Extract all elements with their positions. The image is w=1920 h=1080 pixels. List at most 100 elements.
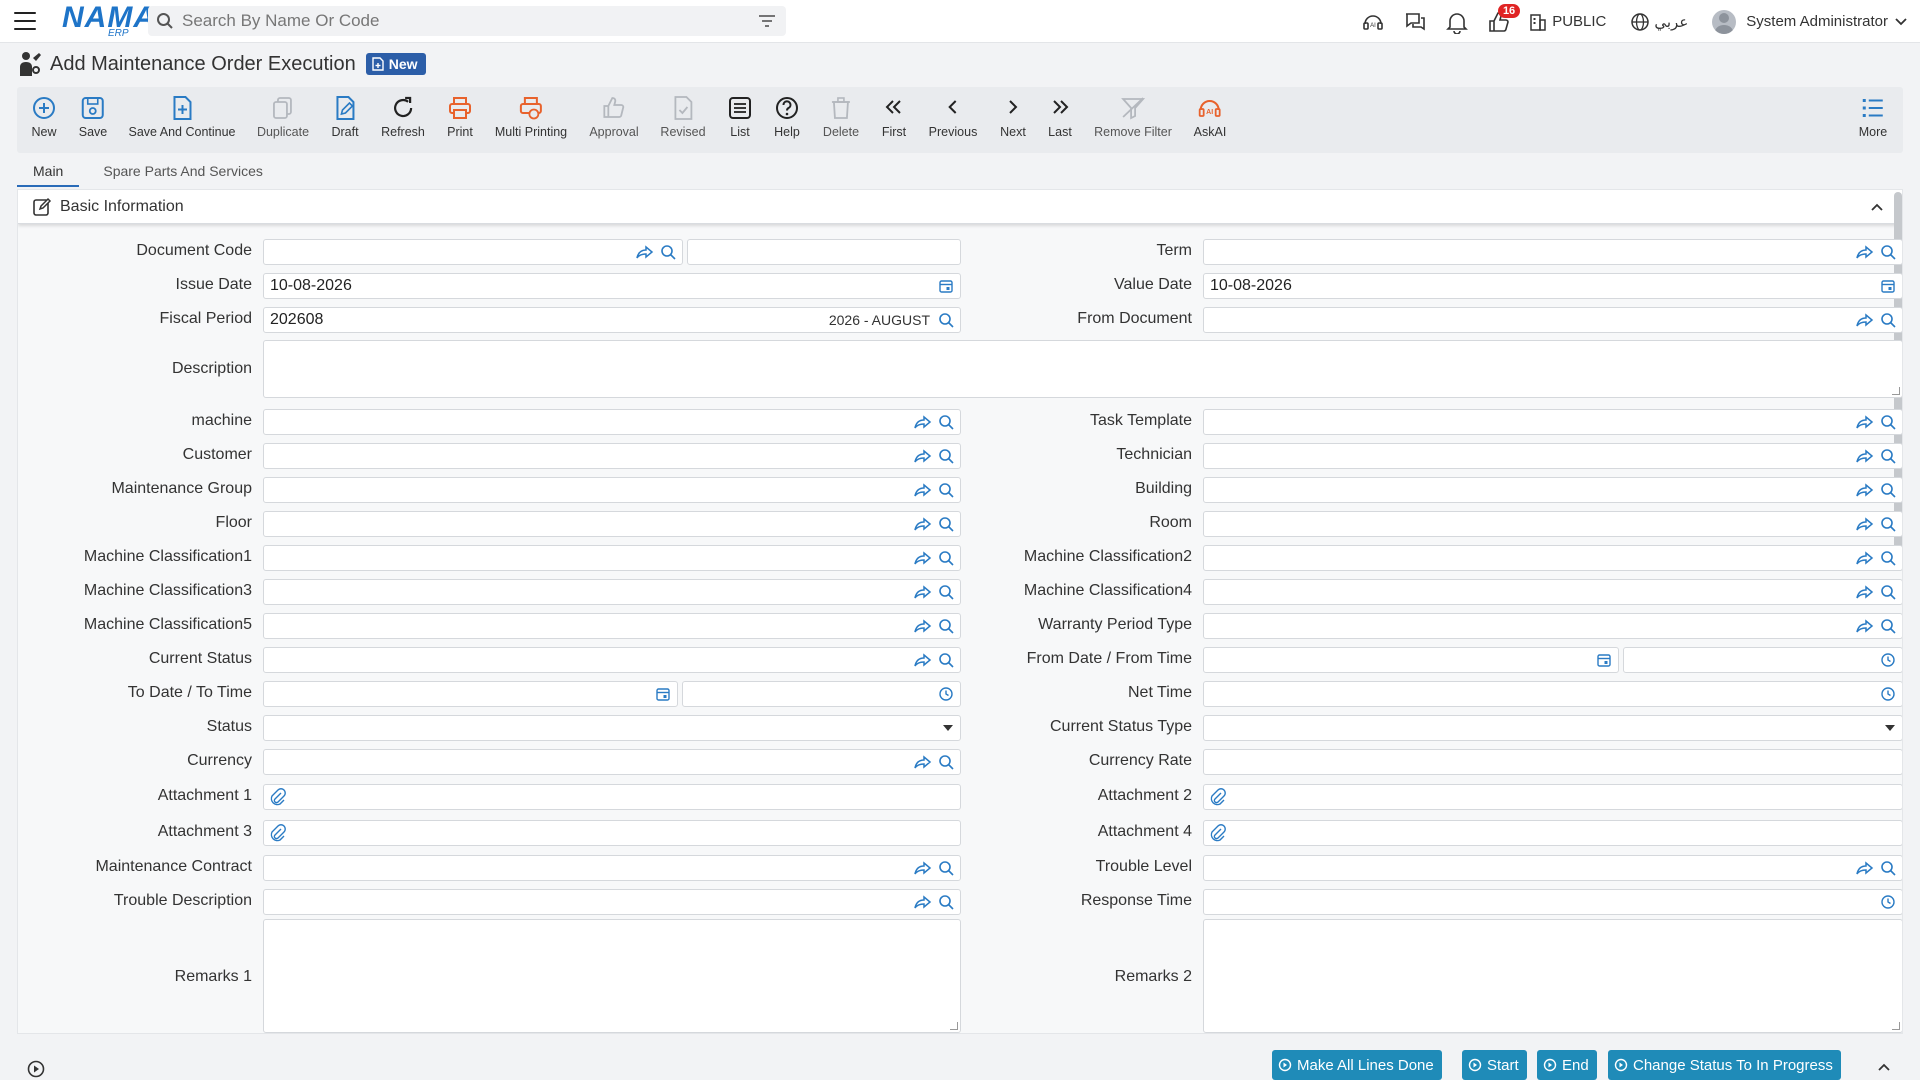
filter-icon[interactable] [758,13,776,29]
delete-button[interactable]: Delete [823,95,859,139]
caret-down-icon[interactable] [942,724,954,732]
customer-field[interactable] [263,443,961,469]
from-date-time-time-field[interactable] [1623,647,1902,673]
remarks2-textarea[interactable] [1203,919,1902,1033]
search-icon[interactable] [660,244,676,260]
first-button[interactable]: First [881,95,907,139]
print-button[interactable]: Print [447,95,473,139]
duplicate-button[interactable]: Duplicate [257,95,309,139]
from-document-field[interactable] [1203,307,1902,333]
description-textarea[interactable] [263,340,1902,398]
previous-button[interactable]: Previous [929,95,977,139]
share-icon[interactable] [914,861,932,875]
currency-field[interactable] [263,749,961,775]
status-field[interactable] [263,715,961,741]
machine-class5-field[interactable] [263,613,961,639]
trouble-description-field[interactable] [263,889,961,915]
current-status-type-field[interactable] [1203,715,1902,741]
share-icon[interactable] [914,585,932,599]
share-icon[interactable] [914,517,932,531]
attachment2-field[interactable] [1203,784,1902,810]
warranty-period-type-field[interactable] [1203,613,1902,639]
search-icon[interactable] [1880,414,1896,430]
revised-button[interactable]: Revised [660,95,706,139]
search-icon[interactable] [1880,482,1896,498]
calendar-icon[interactable] [655,686,671,702]
share-icon[interactable] [636,245,654,259]
to-date-time-date-field[interactable] [263,681,678,707]
value-date-field[interactable]: 10-08-2026 [1203,273,1902,299]
share-icon[interactable] [1856,449,1874,463]
share-icon[interactable] [914,415,932,429]
caret-down-icon[interactable] [1884,724,1896,732]
share-icon[interactable] [914,895,932,909]
search-icon[interactable] [1880,244,1896,260]
language-switch[interactable]: عربي [1654,13,1688,31]
search-icon[interactable] [938,448,954,464]
menu-icon[interactable] [14,12,36,30]
machine-class2-field[interactable] [1203,545,1902,571]
make-all-lines-done-button[interactable]: Make All Lines Done [1272,1050,1442,1080]
multi-printing-button[interactable]: Multi Printing [495,95,567,139]
clock-icon[interactable] [1880,652,1896,668]
share-icon[interactable] [1856,415,1874,429]
calendar-icon[interactable] [1596,652,1612,668]
share-icon[interactable] [914,653,932,667]
search-icon[interactable] [938,516,954,532]
share-icon[interactable] [1856,517,1874,531]
more-button[interactable]: More [1859,95,1887,139]
branch-selector[interactable]: PUBLIC [1552,13,1606,30]
share-icon[interactable] [1856,551,1874,565]
search-icon[interactable] [938,584,954,600]
maintenance-contract-field[interactable] [263,855,961,881]
response-time-field[interactable] [1203,889,1902,915]
from-date-time-date-field[interactable] [1203,647,1619,673]
tab-spare-parts[interactable]: Spare Parts And Services [87,155,279,187]
resize-handle[interactable] [950,1022,958,1030]
search-icon[interactable] [938,482,954,498]
last-button[interactable]: Last [1047,95,1073,139]
chat-icon[interactable] [1394,10,1436,34]
search-icon[interactable] [938,652,954,668]
calendar-icon[interactable] [1880,278,1896,294]
app-logo[interactable]: NAMA ERP [62,3,156,39]
share-icon[interactable] [1856,313,1874,327]
approval-button[interactable]: Approval [589,95,639,139]
approvals-icon[interactable]: 16 [1478,3,1521,34]
task-template-field[interactable] [1203,409,1902,435]
document-code-secondary-field[interactable] [687,239,961,265]
document-code-field[interactable] [263,239,683,265]
change-status-button[interactable]: Change Status To In Progress [1608,1050,1841,1080]
share-icon[interactable] [914,449,932,463]
remove-filter-button[interactable]: Remove Filter [1094,95,1172,139]
calendar-icon[interactable] [938,278,954,294]
paperclip-icon[interactable] [270,824,286,842]
next-button[interactable]: Next [1000,95,1026,139]
share-icon[interactable] [1856,245,1874,259]
machine-field[interactable] [263,409,961,435]
term-field[interactable] [1203,239,1902,265]
start-button[interactable]: Start [1462,1050,1527,1080]
search-icon[interactable] [938,550,954,566]
machine-class3-field[interactable] [263,579,961,605]
net-time-field[interactable] [1203,681,1902,707]
floor-field[interactable] [263,511,961,537]
search-icon[interactable] [1880,550,1896,566]
current-status-field[interactable] [263,647,961,673]
tab-main[interactable]: Main [17,155,80,187]
clock-icon[interactable] [938,686,954,702]
refresh-button[interactable]: Refresh [381,95,425,139]
share-icon[interactable] [1856,619,1874,633]
paperclip-icon[interactable] [1210,788,1226,806]
paperclip-icon[interactable] [1210,824,1226,842]
share-icon[interactable] [1856,483,1874,497]
currency-rate-field[interactable] [1203,749,1902,775]
search-icon[interactable] [1880,584,1896,600]
resize-handle[interactable] [1892,1022,1900,1030]
clock-icon[interactable] [1880,686,1896,702]
search-icon[interactable] [938,618,954,634]
attachment1-field[interactable] [263,784,961,810]
search-icon[interactable] [938,860,954,876]
machine-class4-field[interactable] [1203,579,1902,605]
share-icon[interactable] [1856,861,1874,875]
